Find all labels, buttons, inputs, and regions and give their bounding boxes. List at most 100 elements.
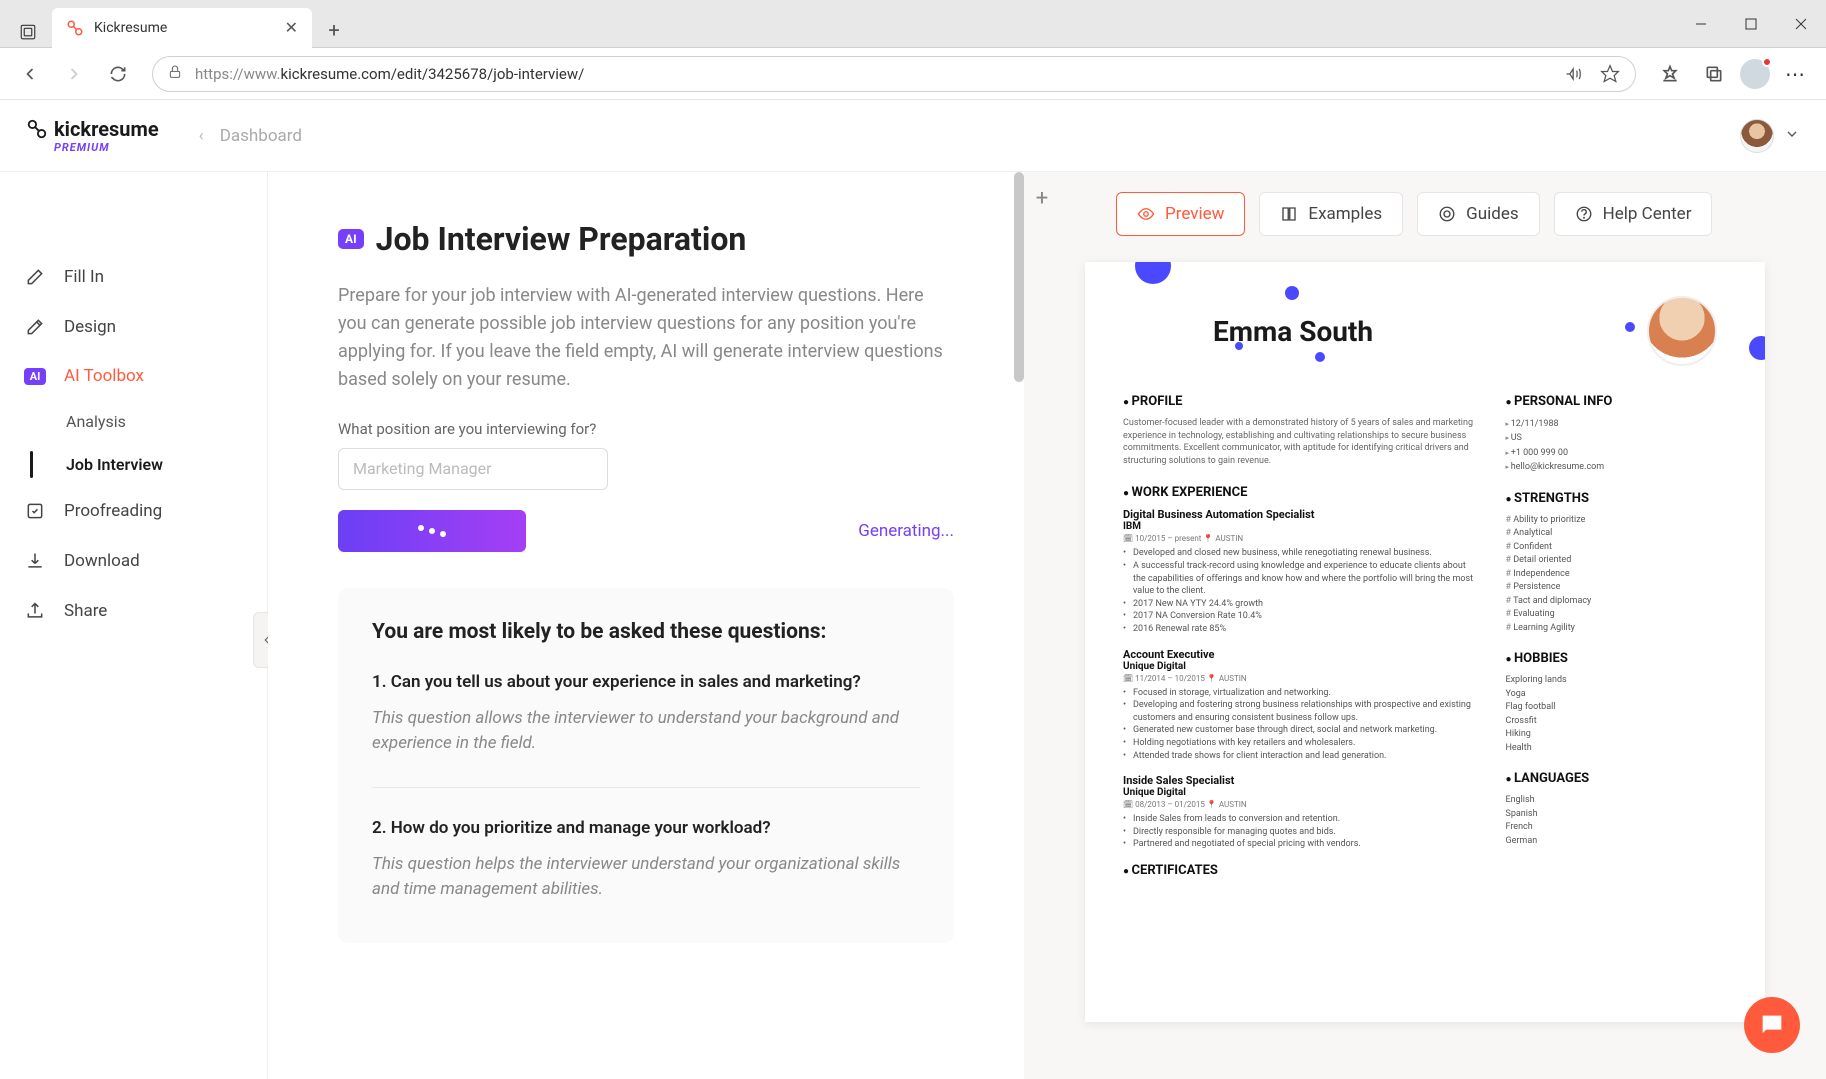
tab-help-center[interactable]: Help Center <box>1554 192 1713 236</box>
resume-list-item: Yoga <box>1505 688 1727 702</box>
tab-close-icon[interactable]: ✕ <box>285 18 298 37</box>
questions-heading: You are most likely to be asked these qu… <box>372 620 920 644</box>
tab-label: Guides <box>1466 204 1518 224</box>
address-bar[interactable]: https://www.kickresume.com/edit/3425678/… <box>152 56 1636 92</box>
chat-icon <box>1758 1011 1786 1039</box>
resume-bullet: Holding negotiations with key retailers … <box>1123 737 1477 750</box>
favorite-icon[interactable] <box>1599 63 1621 85</box>
refresh-button[interactable] <box>100 56 136 92</box>
favorites-list-icon[interactable] <box>1652 56 1688 92</box>
loading-dots-icon <box>418 528 446 534</box>
sidebar-subitem-analysis[interactable]: Analysis <box>0 400 267 443</box>
resume-job: Digital Business Automation Specialist I… <box>1123 508 1477 635</box>
resume-job-meta: 11/2014 – 10/2015AUSTIN <box>1123 674 1477 683</box>
resume-section-heading: LANGUAGES <box>1505 771 1727 786</box>
resume-bullet: Partnered and negotiated of special pric… <box>1123 838 1477 851</box>
ai-badge-icon: AI <box>24 368 46 385</box>
sidebar-subitem-job-interview[interactable]: Job Interview <box>0 443 267 486</box>
sidebar: Fill In Design AI AI Toolbox Analysis Jo… <box>0 172 268 1079</box>
resume-list-item: German <box>1505 835 1727 849</box>
resume-list-item: Independence <box>1505 568 1727 582</box>
tab-overview-button[interactable] <box>12 16 44 48</box>
resume-profile-text: Customer-focused leader with a demonstra… <box>1123 417 1477 467</box>
sidebar-item-download[interactable]: Download <box>0 536 267 586</box>
question-item: 2. How do you prioritize and manage your… <box>372 818 920 903</box>
favicon-icon <box>66 19 84 37</box>
tab-guides[interactable]: Guides <box>1417 192 1539 236</box>
new-tab-button[interactable]: + <box>316 12 352 48</box>
resume-section-heading: HOBBIES <box>1505 651 1727 666</box>
add-page-button[interactable]: + <box>1030 186 1054 210</box>
breadcrumb-label: Dashboard <box>220 126 302 146</box>
resume-job-title: Digital Business Automation Specialist <box>1123 508 1477 521</box>
decoration-dot <box>1135 262 1171 284</box>
sidebar-item-share[interactable]: Share <box>0 586 267 636</box>
resume-list-item: Analytical <box>1505 527 1727 541</box>
resume-list-item: Persistence <box>1505 581 1727 595</box>
sidebar-item-ai-toolbox[interactable]: AI AI Toolbox <box>0 352 267 400</box>
resume-list-item: Ability to prioritize <box>1505 514 1727 528</box>
read-aloud-icon[interactable] <box>1563 63 1585 85</box>
resume-list-item: Health <box>1505 742 1727 756</box>
resume-bullet: 2017 New NA YTY 24.4% growth <box>1123 598 1477 611</box>
preview-tabs: Preview Examples Guides Help Center <box>1116 192 1794 236</box>
resume-job-company: Unique Digital <box>1123 787 1477 798</box>
resume-job-title: Inside Sales Specialist <box>1123 774 1477 787</box>
generate-button[interactable] <box>338 510 526 552</box>
field-label: What position are you interviewing for? <box>338 420 954 438</box>
resume-list-item: Confident <box>1505 541 1727 555</box>
tab-label: Examples <box>1308 204 1382 224</box>
question-description: This question helps the interviewer unde… <box>372 852 920 903</box>
resume-section-heading: STRENGTHS <box>1505 491 1727 506</box>
questions-card: You are most likely to be asked these qu… <box>338 588 954 943</box>
chevron-down-icon[interactable] <box>1784 126 1800 146</box>
window-maximize-button[interactable] <box>1726 4 1776 44</box>
resume-list-item: US <box>1505 431 1727 445</box>
tab-label: Preview <box>1165 204 1224 224</box>
resume-list-item: Exploring lands <box>1505 674 1727 688</box>
question-description: This question allows the interviewer to … <box>372 706 920 757</box>
resume-section-heading: PROFILE <box>1123 394 1477 409</box>
more-menu-button[interactable]: ⋯ <box>1778 56 1814 92</box>
decoration-dot <box>1749 336 1765 360</box>
resume-preview[interactable]: Emma South PROFILE Customer-focused lead… <box>1085 262 1765 1022</box>
sidebar-item-label: Fill In <box>64 267 104 287</box>
app-logo[interactable]: kickresume PREMIUM <box>26 118 159 153</box>
sidebar-item-fill-in[interactable]: Fill In <box>0 252 267 302</box>
resume-bullet: Generated new customer base through dire… <box>1123 724 1477 737</box>
chat-fab-button[interactable] <box>1744 997 1800 1053</box>
resume-job-meta: 10/2015 – presentAUSTIN <box>1123 534 1477 543</box>
breadcrumb[interactable]: ‹ Dashboard <box>199 126 302 146</box>
forward-button[interactable] <box>56 56 92 92</box>
resume-bullet: A successful track-record using knowledg… <box>1123 560 1477 598</box>
sidebar-item-label: Download <box>64 551 140 571</box>
position-input[interactable] <box>338 448 608 490</box>
sidebar-item-proofreading[interactable]: Proofreading <box>0 486 267 536</box>
resume-job: Account Executive Unique Digital 11/2014… <box>1123 648 1477 763</box>
window-minimize-button[interactable] <box>1676 4 1726 44</box>
scrollbar[interactable] <box>1014 172 1024 382</box>
profile-avatar[interactable] <box>1740 59 1770 89</box>
resume-job-bullets: Inside Sales from leads to conversion an… <box>1123 813 1477 851</box>
question-text: 1. Can you tell us about your experience… <box>372 672 920 692</box>
back-button[interactable] <box>12 56 48 92</box>
resume-list-item: 12/11/1988 <box>1505 417 1727 431</box>
resume-list-item: Flag football <box>1505 701 1727 715</box>
collections-icon[interactable] <box>1696 56 1732 92</box>
window-close-button[interactable] <box>1776 4 1826 44</box>
tab-examples[interactable]: Examples <box>1259 192 1403 236</box>
sidebar-item-design[interactable]: Design <box>0 302 267 352</box>
resume-list-item: Detail oriented <box>1505 554 1727 568</box>
sidebar-item-label: Proofreading <box>64 501 162 521</box>
app-header: kickresume PREMIUM ‹ Dashboard <box>0 100 1826 172</box>
notification-dot-icon <box>1762 57 1772 67</box>
tab-preview[interactable]: Preview <box>1116 192 1245 236</box>
resume-job-company: IBM <box>1123 521 1477 532</box>
design-icon <box>24 316 46 338</box>
window-controls <box>1676 4 1826 44</box>
sidebar-item-label: Design <box>64 317 116 337</box>
proofreading-icon <box>24 500 46 522</box>
browser-tab[interactable]: Kickresume ✕ <box>52 8 312 48</box>
user-avatar[interactable] <box>1740 119 1774 153</box>
generating-status: Generating... <box>858 521 954 541</box>
